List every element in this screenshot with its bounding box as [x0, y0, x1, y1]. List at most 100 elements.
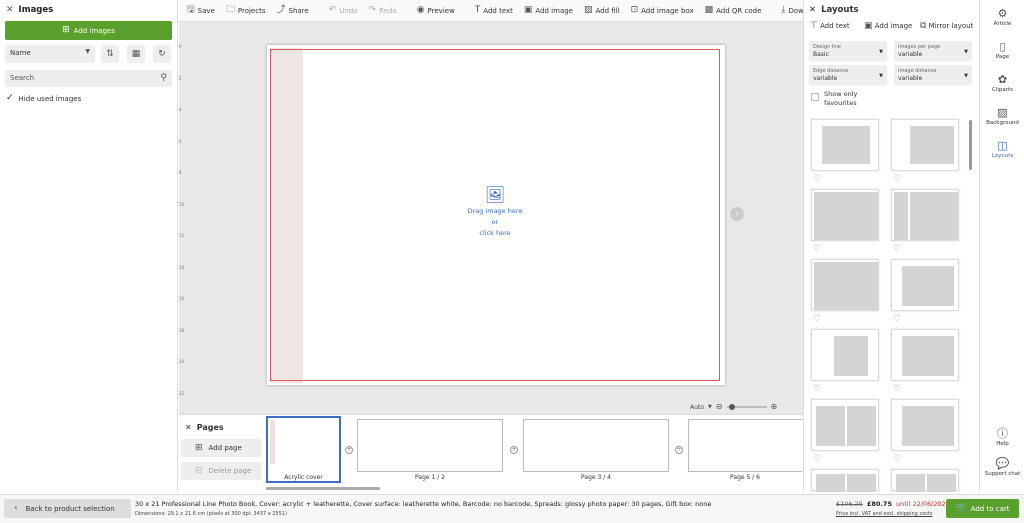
zoom-in-icon[interactable]: ⊕ — [771, 403, 778, 411]
image-drop-zone[interactable]: 🖼 Drag image here or click here — [455, 186, 535, 239]
layout-option[interactable] — [811, 329, 879, 381]
add-to-cart-button[interactable]: 🛒 Add to cart — [946, 499, 1019, 518]
chat-icon: 💬 — [995, 457, 1010, 470]
hide-used-checkbox[interactable]: ✓ Hide used images — [6, 94, 81, 103]
show-favourites-checkbox[interactable]: Show only favourites — [811, 90, 874, 108]
add-image-layout-label: Add image — [874, 22, 913, 30]
heart-icon[interactable]: ♡ — [893, 384, 901, 394]
sort-direction-button[interactable]: ⇅ — [101, 45, 119, 63]
layouts-scrollbar[interactable] — [969, 120, 972, 170]
page-thumb-label: Acrylic cover — [284, 474, 323, 481]
close-icon[interactable]: ✕ — [809, 5, 816, 15]
add-text-layout-button[interactable]: ⊤ Add text — [810, 22, 850, 31]
layout-option[interactable] — [891, 329, 959, 381]
close-icon[interactable]: ✕ — [6, 6, 14, 15]
next-page-button[interactable]: › — [730, 207, 744, 221]
close-icon[interactable]: ✕ — [185, 423, 192, 432]
preview-button[interactable]: ◉ Preview — [417, 6, 455, 15]
layout-option[interactable] — [811, 469, 879, 492]
heart-icon[interactable]: ♡ — [813, 384, 821, 394]
layout-option[interactable] — [811, 189, 879, 241]
ruler-tick-label: 22 — [179, 390, 185, 396]
heart-icon[interactable]: ♡ — [893, 314, 901, 324]
share-button[interactable]: ⤴ Share — [276, 6, 308, 15]
projects-button[interactable]: 🗀 Projects — [226, 6, 266, 15]
heart-icon[interactable]: ♡ — [893, 454, 901, 464]
refresh-button[interactable]: ↻ — [153, 45, 171, 63]
insert-page-icon[interactable]: + — [675, 446, 683, 454]
redo-label: Redo — [379, 6, 397, 15]
add-fill-button[interactable]: ▨ Add fill — [584, 6, 620, 15]
add-image-label: Add image — [535, 6, 573, 15]
gear-icon: ⚙ — [997, 7, 1008, 20]
insert-page-icon[interactable]: + — [345, 446, 353, 454]
heart-icon[interactable]: ♡ — [813, 244, 821, 254]
zoom-slider-thumb[interactable] — [728, 404, 735, 410]
add-images-button[interactable]: ⊞ Add images — [5, 21, 172, 40]
images-per-page-label: Images per page — [898, 44, 941, 50]
layout-option[interactable] — [891, 189, 959, 241]
save-button[interactable]: 🖫 Save — [187, 6, 215, 15]
heart-icon[interactable]: ♡ — [893, 244, 901, 254]
layout-option[interactable] — [891, 259, 959, 311]
add-text-button[interactable]: T Add text — [475, 6, 513, 15]
page-thumb[interactable] — [357, 419, 503, 472]
add-image-box-label: Add image box — [641, 6, 694, 15]
nav-layouts[interactable]: ◫ Layouts — [980, 140, 1024, 159]
grid-view-button[interactable]: ▦ — [127, 45, 145, 63]
page-thumb[interactable] — [523, 419, 669, 472]
layout-option[interactable] — [891, 119, 959, 171]
nav-background-label: Background — [986, 120, 1019, 126]
images-per-page-select[interactable]: Images per page variable ▼ — [894, 41, 972, 61]
page-thumb[interactable] — [688, 419, 802, 472]
save-icon: 🖫 — [187, 5, 195, 15]
heart-icon[interactable]: ♡ — [893, 174, 901, 184]
price-note[interactable]: Price incl. VAT and excl. shipping costs — [836, 511, 932, 517]
undo-button[interactable]: ↶ Undo — [329, 6, 358, 15]
mirror-layout-button[interactable]: ⧉ Mirror layout — [920, 22, 973, 31]
layout-option[interactable] — [811, 399, 879, 451]
zoom-out-icon[interactable]: ⊖ — [716, 403, 723, 411]
design-line-label: Design line — [813, 44, 841, 50]
nav-cliparts[interactable]: ✿ Cliparts — [980, 74, 1024, 93]
pages-scrollbar[interactable] — [266, 487, 380, 490]
nav-article[interactable]: ⚙ Article — [980, 8, 1024, 27]
add-image-layout-button[interactable]: ▣ Add image — [864, 22, 912, 31]
back-to-product-button[interactable]: ‹ Back to product selection — [4, 499, 131, 518]
heart-icon[interactable]: ♡ — [813, 454, 821, 464]
search-input[interactable]: Search ⚲ — [5, 70, 172, 87]
add-fill-label: Add fill — [595, 6, 620, 15]
zoom-mode-select[interactable]: Auto — [690, 404, 704, 411]
cover-spine-thumb — [270, 420, 275, 464]
save-label: Save — [197, 6, 215, 15]
checkbox-box[interactable] — [811, 93, 819, 101]
refresh-icon: ↻ — [158, 49, 166, 59]
nav-background[interactable]: ▨ Background — [980, 107, 1024, 126]
side-nav: ⚙ Article ▯ Page ✿ Cliparts ▨ Background ◫ La… — [979, 0, 1024, 492]
nav-support-chat[interactable]: 💬 Support chat — [980, 458, 1024, 477]
delete-page-button[interactable]: ⊟ Delete page — [181, 462, 261, 480]
layout-option[interactable] — [811, 119, 879, 171]
nav-help[interactable]: ⓘ Help — [980, 428, 1024, 447]
add-qr-button[interactable]: ▩ Add QR code — [705, 6, 762, 15]
add-page-button[interactable]: ⊞ Add page — [181, 439, 261, 457]
image-distance-label: Image distance — [898, 68, 937, 74]
layout-option[interactable] — [891, 399, 959, 451]
heart-icon[interactable]: ♡ — [813, 314, 821, 324]
layout-option[interactable] — [811, 259, 879, 311]
nav-page[interactable]: ▯ Page — [980, 41, 1024, 60]
sort-select[interactable]: Name ▼ — [5, 45, 95, 63]
drop-text-3[interactable]: click here — [455, 228, 535, 239]
redo-button[interactable]: ↷ Redo — [369, 6, 397, 15]
add-image-box-button[interactable]: ⊡ Add image box — [631, 6, 694, 15]
image-distance-select[interactable]: Image distance variable ▼ — [894, 65, 972, 85]
add-image-button[interactable]: ▣ Add image — [524, 6, 573, 15]
insert-page-icon[interactable]: + — [510, 446, 518, 454]
checkmark-icon: ✓ — [6, 93, 14, 103]
layout-option[interactable] — [891, 469, 959, 492]
page-thumb-cover[interactable] — [266, 416, 341, 483]
edge-distance-select[interactable]: Edge distance variable ▼ — [809, 65, 887, 85]
heart-icon[interactable]: ♡ — [813, 174, 821, 184]
zoom-slider[interactable] — [726, 404, 767, 410]
design-line-select[interactable]: Design line Basic ▼ — [809, 41, 887, 61]
